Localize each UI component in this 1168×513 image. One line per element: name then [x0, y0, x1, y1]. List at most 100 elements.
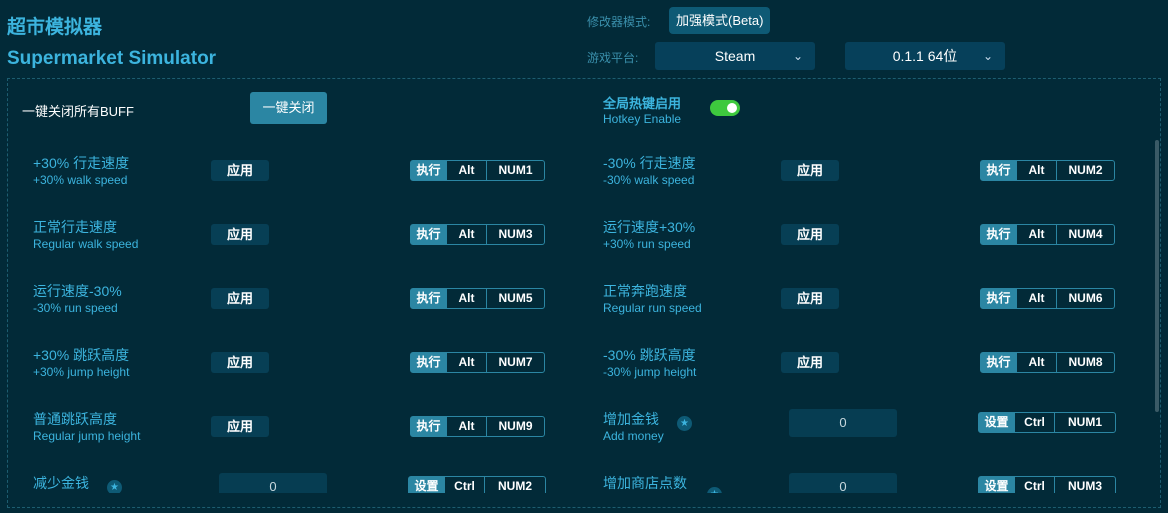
cheat-name-cn: 正常行走速度 — [33, 219, 117, 235]
apply-button[interactable]: 应用 — [211, 416, 269, 437]
hotkey-display[interactable]: 设置 Ctrl NUM2 — [408, 476, 546, 493]
hotkey-display[interactable]: 执行 Alt NUM7 — [410, 352, 545, 373]
hotkey-action: 执行 — [411, 417, 446, 436]
hotkey-display[interactable]: 执行 Alt NUM9 — [410, 416, 545, 437]
hotkey-key: NUM5 — [486, 289, 544, 308]
hotkey-key: NUM3 — [486, 225, 544, 244]
hotkey-display[interactable]: 执行 Alt NUM4 — [980, 224, 1115, 245]
hotkey-modifier: Alt — [446, 161, 486, 180]
hotkey-display[interactable]: 执行 Alt NUM3 — [410, 224, 545, 245]
version-value: 0.1.1 64位 — [892, 48, 958, 64]
chevron-down-icon: ⌄ — [982, 49, 993, 63]
version-select[interactable]: 0.1.1 64位 ⌄ — [845, 42, 1005, 70]
cheat-row: -30% 行走速度 -30% walk speed 应用 执行 Alt NUM2 — [603, 153, 1143, 193]
hotkey-key: NUM2 — [484, 477, 545, 493]
hotkey-key: NUM2 — [1056, 161, 1114, 180]
apply-button[interactable]: 应用 — [781, 160, 839, 181]
apply-button[interactable]: 应用 — [211, 160, 269, 181]
cheat-row: 运行速度+30% +30% run speed 应用 执行 Alt NUM4 — [603, 217, 1143, 257]
cheat-name-cn: 普通跳跃高度 — [33, 411, 117, 427]
hotkey-key: NUM1 — [486, 161, 544, 180]
cheat-name-en: +30% run speed — [603, 237, 691, 251]
hotkey-modifier: Alt — [1016, 353, 1056, 372]
cheat-row: +30% 跳跃高度 +30% jump height 应用 执行 Alt NUM7 — [33, 345, 573, 385]
hotkey-display[interactable]: 执行 Alt NUM2 — [980, 160, 1115, 181]
hotkey-action: 执行 — [981, 353, 1016, 372]
cheat-row: 正常行走速度 Regular walk speed 应用 执行 Alt NUM3 — [33, 217, 573, 257]
hotkey-key: NUM6 — [1056, 289, 1114, 308]
hotkey-key: NUM4 — [1056, 225, 1114, 244]
hotkey-action: 执行 — [411, 225, 446, 244]
hotkey-modifier: Alt — [446, 353, 486, 372]
cheat-name-en: +30% jump height — [33, 365, 130, 379]
star-icon[interactable]: ★ — [107, 480, 122, 493]
mode-button[interactable]: 加强模式(Beta) — [669, 7, 771, 34]
hotkey-display[interactable]: 执行 Alt NUM1 — [410, 160, 545, 181]
hotkey-label-en: Hotkey Enable — [603, 112, 682, 126]
cheat-name-en: -30% walk speed — [603, 173, 695, 187]
title-en: Supermarket Simulator — [7, 48, 217, 69]
cheat-row: 增加商店点数 ★ 0 设置CtrlNUM3 — [603, 473, 1143, 493]
apply-button[interactable]: 应用 — [211, 352, 269, 373]
cheat-row: +30% 行走速度 +30% walk speed 应用 执行 Alt NUM1 — [33, 153, 573, 193]
star-icon[interactable]: ★ — [677, 416, 692, 431]
hotkey-modifier: Ctrl — [444, 477, 484, 493]
hotkey-key: NUM3 — [1054, 477, 1115, 493]
hotkey-display[interactable]: 执行 Alt NUM6 — [980, 288, 1115, 309]
hotkey-display[interactable]: 设置 Ctrl NUM3 — [978, 476, 1116, 493]
apply-button[interactable]: 应用 — [781, 352, 839, 373]
hotkey-toggle[interactable] — [710, 100, 740, 116]
hotkey-modifier: Alt — [446, 225, 486, 244]
cheat-name-cn: 运行速度-30% — [33, 283, 122, 299]
cheat-name-cn: 增加金钱 — [603, 411, 659, 427]
cheat-name-cn: +30% 行走速度 — [33, 155, 130, 171]
cheat-name-en: +30% walk speed — [33, 173, 128, 187]
hotkey-key: NUM1 — [1054, 413, 1115, 432]
title-cn: 超市模拟器 — [7, 17, 103, 38]
chevron-down-icon: ⌄ — [792, 49, 803, 63]
hotkey-modifier: Alt — [1016, 225, 1056, 244]
hotkey-modifier: Alt — [446, 417, 486, 436]
cheat-name-en: Regular walk speed — [33, 237, 139, 251]
hotkey-display[interactable]: 设置 Ctrl NUM1 — [978, 412, 1116, 433]
close-all-button[interactable]: 一键关闭 — [250, 92, 327, 124]
hotkey-action: 执行 — [981, 161, 1016, 180]
hotkey-modifier: Alt — [1016, 161, 1056, 180]
apply-button[interactable]: 应用 — [781, 288, 839, 309]
hotkey-action: 执行 — [411, 289, 446, 308]
cheat-name-cn: 减少金钱 — [33, 475, 89, 491]
hotkey-modifier: Ctrl — [1014, 477, 1054, 493]
value-input[interactable]: 0 — [789, 473, 897, 493]
star-icon[interactable]: ★ — [707, 487, 722, 493]
hotkey-display[interactable]: 执行 Alt NUM5 — [410, 288, 545, 309]
cheat-list: +30% 行走速度 +30% walk speed 应用 执行 Alt NUM1 -30% … — [0, 140, 1168, 493]
cheat-name-cn: -30% 行走速度 — [603, 155, 696, 171]
cheat-row: 增加金钱 Add money ★ 0 设置 Ctrl NUM1 — [603, 409, 1143, 449]
scrollbar[interactable] — [1155, 140, 1159, 412]
mode-label: 修改器模式: — [587, 15, 651, 29]
hotkey-action: 设置 — [979, 413, 1014, 432]
value-input[interactable]: 0 — [219, 473, 327, 493]
platform-select[interactable]: Steam ⌄ — [655, 42, 815, 70]
cheat-name-cn: -30% 跳跃高度 — [603, 347, 696, 363]
cheat-name-cn: 增加商店点数 — [603, 475, 687, 491]
hotkey-action: 设置 — [409, 477, 444, 493]
cheat-name-cn: 运行速度+30% — [603, 219, 696, 235]
apply-button[interactable]: 应用 — [211, 288, 269, 309]
cheat-row: 普通跳跃高度 Regular jump height 应用 执行 Alt NUM9 — [33, 409, 573, 449]
hotkey-display[interactable]: 执行 Alt NUM8 — [980, 352, 1115, 373]
hotkey-action: 执行 — [981, 225, 1016, 244]
hotkey-modifier: Alt — [446, 289, 486, 308]
cheat-name-en: Add money — [603, 429, 664, 443]
hotkey-action: 执行 — [981, 289, 1016, 308]
value-input[interactable]: 0 — [789, 409, 897, 437]
apply-button[interactable]: 应用 — [211, 224, 269, 245]
hotkey-action: 设置 — [979, 477, 1014, 493]
cheat-name-en: Regular run speed — [603, 301, 702, 315]
hotkey-action: 执行 — [411, 353, 446, 372]
cheat-name-en: Regular jump height — [33, 429, 141, 443]
cheat-name-en: -30% jump height — [603, 365, 697, 379]
hotkey-label-cn: 全局热键启用 — [603, 96, 682, 111]
apply-button[interactable]: 应用 — [781, 224, 839, 245]
hotkey-modifier: Alt — [1016, 289, 1056, 308]
